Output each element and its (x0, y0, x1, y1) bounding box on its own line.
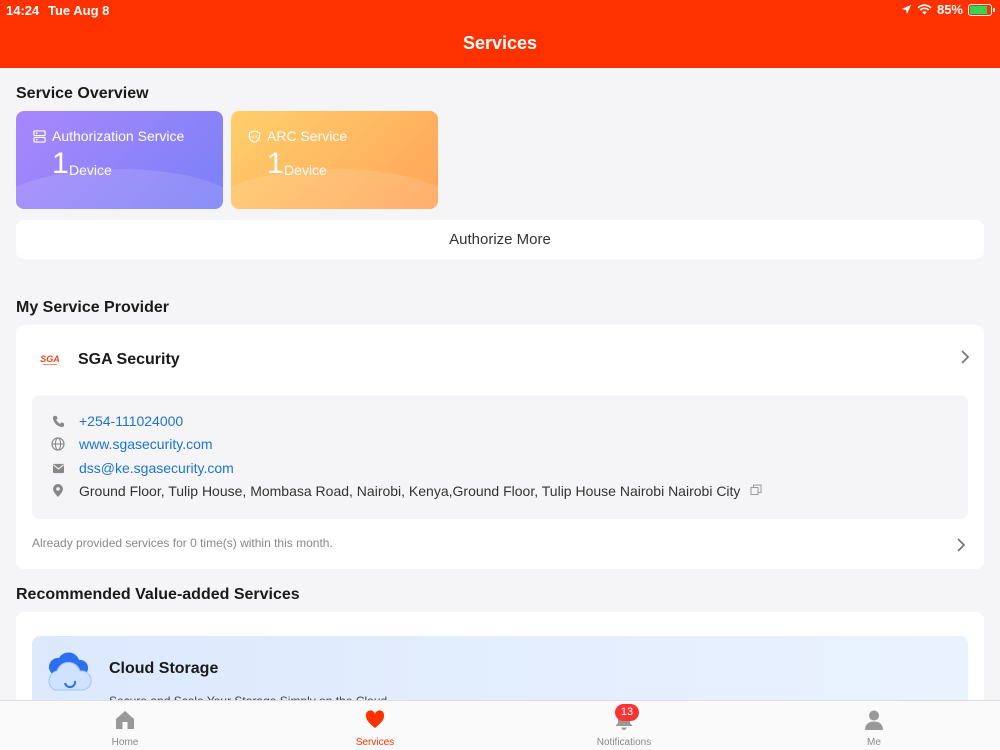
authorization-service-icon (33, 129, 46, 143)
arc-device-count: 1 (267, 147, 284, 180)
sga-logo-icon: SGA (40, 354, 60, 365)
status-date: Tue Aug 8 (48, 3, 110, 18)
my-service-provider-title: My Service Provider (16, 299, 169, 316)
contact-email-row[interactable]: dss@ke.sgasecurity.com (51, 460, 234, 476)
tab-home-label: Home (111, 737, 139, 748)
authorization-device-unit: Device (69, 162, 112, 178)
tab-home[interactable]: Home (65, 701, 185, 750)
email-link[interactable]: dss@ke.sgasecurity.com (79, 460, 234, 476)
recommended-services-card: Cloud Storage Secure and Scale Your Stor… (16, 612, 984, 712)
tab-notifications-label: Notifications (596, 737, 652, 748)
phone-icon (51, 414, 65, 428)
contact-info-box: +254-111024000 www.sgasecurity.com dss@k… (32, 395, 968, 519)
authorization-service-card[interactable]: Authorization Service 1 Device (16, 111, 223, 209)
bottom-tab-bar: Home Services 13 Notifications Me (0, 700, 1000, 750)
mail-icon (51, 461, 65, 475)
tab-me-label: Me (867, 737, 881, 748)
svg-text:SGA: SGA (40, 354, 60, 364)
service-usage-text: Already provided services for 0 time(s) … (32, 536, 333, 550)
phone-link[interactable]: +254-111024000 (79, 413, 183, 429)
svg-text:ARC: ARC (250, 134, 259, 139)
authorization-device-count: 1 (52, 147, 69, 180)
website-link[interactable]: www.sgasecurity.com (79, 436, 213, 452)
globe-icon (51, 437, 65, 451)
copy-icon[interactable] (750, 483, 762, 499)
battery-percent: 85% (936, 2, 963, 17)
provider-name: SGA Security (78, 351, 180, 368)
tab-services[interactable]: Services (315, 701, 435, 750)
battery-icon (968, 3, 995, 16)
contact-website-row[interactable]: www.sgasecurity.com (51, 436, 213, 452)
service-usage-chevron-icon[interactable] (956, 537, 966, 558)
notifications-badge: 13 (615, 704, 639, 721)
recommended-services-title: Recommended Value-added Services (16, 586, 300, 603)
status-indicators: 85% (901, 2, 995, 17)
person-icon (865, 710, 883, 730)
authorize-more-button[interactable]: Authorize More (16, 220, 984, 259)
home-icon (116, 711, 134, 729)
arc-service-name: ARC Service (267, 128, 348, 144)
wifi-icon (917, 4, 932, 15)
location-pin-icon (51, 484, 65, 498)
service-overview-title: Service Overview (16, 85, 149, 102)
cloud-storage-title: Cloud Storage (109, 660, 219, 677)
arc-device-unit: Device (284, 162, 327, 178)
tab-me[interactable]: Me (814, 701, 934, 750)
page-title: Services (462, 33, 538, 53)
address-text: Ground Floor, Tulip House, Mombasa Road,… (79, 483, 741, 499)
status-time: 14:24 (6, 3, 40, 18)
service-provider-card: SGA SGA Security +254-111024000 www.sgas… (16, 325, 984, 569)
arc-service-icon: ARC (248, 129, 261, 143)
location-arrow-icon (901, 4, 912, 15)
cloud-storage-icon (48, 652, 92, 691)
heart-icon (365, 710, 385, 728)
contact-address-row: Ground Floor, Tulip House, Mombasa Road,… (51, 483, 762, 499)
tab-services-label: Services (355, 737, 395, 748)
arc-service-card[interactable]: ARC ARC Service 1 Device (231, 111, 438, 209)
authorization-service-name: Authorization Service (52, 128, 185, 144)
app-header: 14:24 Tue Aug 8 85% Services (0, 0, 1000, 68)
contact-phone-row[interactable]: +254-111024000 (51, 413, 183, 429)
provider-detail-chevron-icon[interactable] (960, 349, 970, 370)
tab-notifications[interactable]: 13 Notifications (564, 701, 684, 750)
